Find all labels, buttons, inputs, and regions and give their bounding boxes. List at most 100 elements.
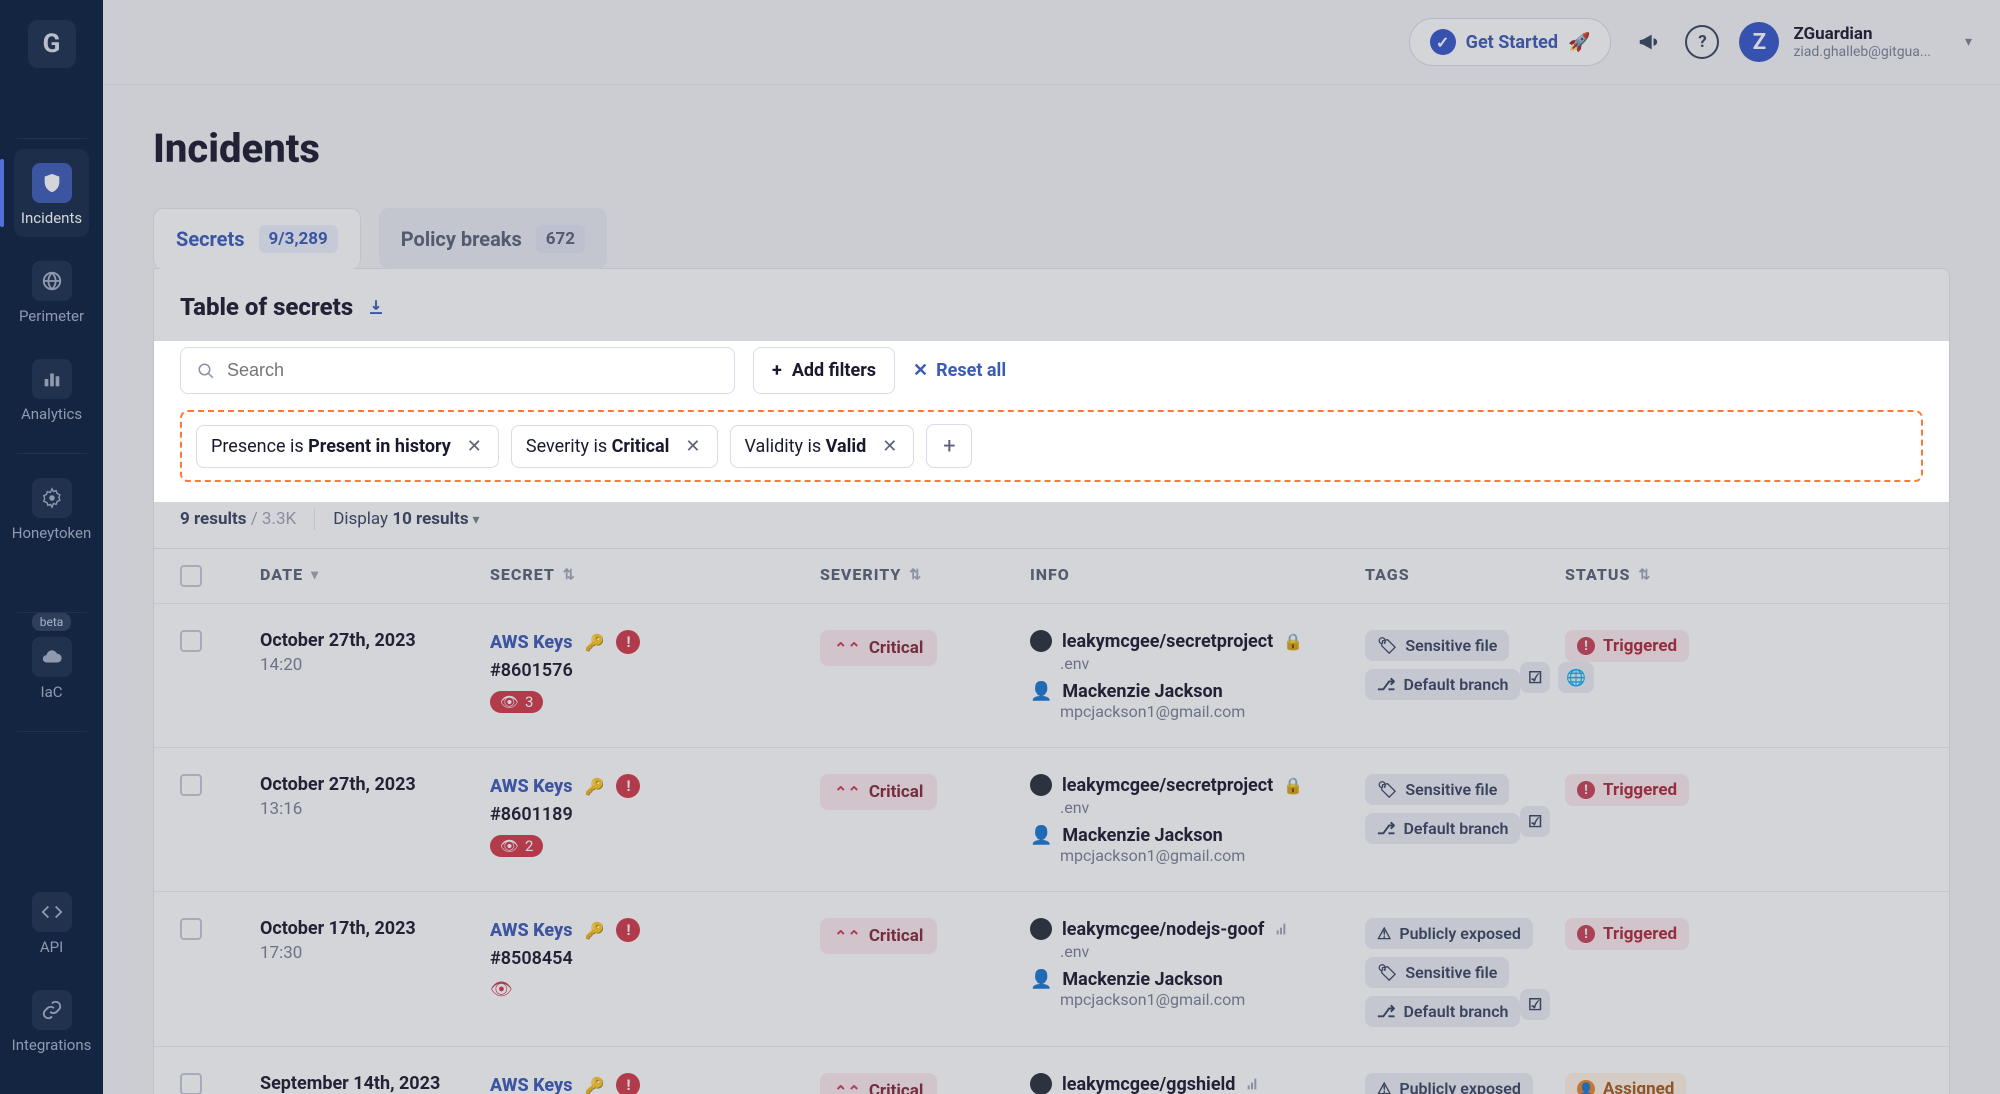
tag-extra-icon[interactable]: ☑ [1520,989,1550,1020]
file-path: .env [1060,654,1365,673]
filter-chip-severity[interactable]: Severity is Critical ✕ [511,425,718,468]
chip-remove-icon[interactable]: ✕ [465,436,484,457]
row-checkbox[interactable] [180,1073,202,1094]
table-row[interactable]: September 14th, 2023 AWS Keys 🔑 ! 👁 ⌃⌃Cr… [154,1046,1949,1094]
secret-name[interactable]: AWS Keys 🔑 ! [490,918,820,942]
committer-email: mpcjackson1@gmail.com [1060,702,1365,721]
results-bar: 9 results / 3.3K Display 10 results▾ [154,502,1949,548]
file-path: .env [1060,798,1365,817]
get-started-button[interactable]: ✓ Get Started 🚀 [1409,18,1612,66]
display-dropdown[interactable]: ▾ [473,512,480,528]
tab-policy-breaks[interactable]: Policy breaks 672 [379,208,607,269]
sort-icon: ▾ [311,567,319,583]
secret-name[interactable]: AWS Keys 🔑 ! [490,774,820,798]
tag-icon: ⚠ [1377,924,1391,943]
tag-icon: ⚠ [1377,1079,1391,1094]
help-icon[interactable]: ? [1685,25,1719,59]
table-header: DATE▾ SECRET⇅ SEVERITY⇅ INFO TAGS STATUS… [154,549,1949,603]
row-checkbox[interactable] [180,918,202,940]
row-time: 13:16 [260,799,490,819]
col-date[interactable]: DATE▾ [260,565,490,584]
col-secret[interactable]: SECRET⇅ [490,565,820,584]
repo-link[interactable]: leakymcgee/secretproject 🔒 [1030,630,1365,652]
sidebar-item-analytics[interactable]: Analytics [14,345,89,433]
alert-icon: ! [616,630,640,654]
sidebar-item-iac[interactable]: beta IaC [14,623,89,711]
sidebar-item-incidents[interactable]: Incidents [14,149,89,237]
row-checkbox[interactable] [180,630,202,652]
committer: 👤Mackenzie Jackson [1030,681,1365,702]
status-badge: 👤Assigned [1565,1073,1686,1094]
status-dot-icon: ! [1577,637,1595,655]
secrets-panel: Table of secrets + [153,268,1950,1094]
eye-icon: 👁 [500,693,519,711]
tag-icon: 🏷 [1377,636,1397,655]
filter-chips: Presence is Present in history ✕ Severit… [180,410,1923,482]
lock-icon: 🔒 [1283,776,1303,795]
chevron-down-icon: ▾ [1965,34,1972,50]
sidebar-item-label: Analytics [21,405,82,423]
github-icon [1030,918,1052,940]
add-filters-button[interactable]: + Add filters [753,347,895,394]
download-icon[interactable] [367,298,385,316]
row-checkbox[interactable] [180,774,202,796]
secret-name[interactable]: AWS Keys 🔑 ! [490,630,820,654]
person-icon: 👤 [1030,825,1052,846]
secret-id: #8601576 [490,660,820,681]
status-dot-icon: 👤 [1577,1080,1595,1094]
repo-link[interactable]: leakymcgee/ggshield [1030,1073,1365,1094]
status-badge: !Triggered [1565,630,1689,662]
cloud-icon [32,637,72,677]
lock-icon: 🔒 [1283,632,1303,651]
sidebar-item-perimeter[interactable]: Perimeter [14,247,89,335]
github-icon [1030,630,1052,652]
chip-remove-icon[interactable]: ✕ [880,436,899,457]
add-filters-label: Add filters [792,360,876,381]
filter-chip-presence[interactable]: Presence is Present in history ✕ [196,425,499,468]
sort-icon: ⇅ [909,567,922,583]
table-row[interactable]: October 27th, 2023 13:16 AWS Keys 🔑 ! #8… [154,747,1949,891]
tag-extra-icon[interactable]: ☑ [1520,662,1550,693]
table-row[interactable]: October 17th, 2023 17:30 AWS Keys 🔑 ! #8… [154,891,1949,1046]
row-time: 14:20 [260,655,490,675]
occurrence-badge: 👁3 [490,691,543,713]
topbar: ✓ Get Started 🚀 ? Z ZGuardian ziad.ghall… [103,0,2000,85]
tag-badge: 🏷Sensitive file [1365,774,1509,805]
sort-icon: ⇅ [1638,567,1651,583]
key-icon: 🔑 [582,774,606,798]
search-input[interactable] [227,360,718,381]
sidebar: G Incidents Perimeter Analytics Honeytok… [0,0,103,1094]
github-icon [1030,1073,1052,1094]
select-all-checkbox[interactable] [180,565,202,587]
secret-name[interactable]: AWS Keys 🔑 ! [490,1073,820,1094]
sidebar-item-integrations[interactable]: Integrations [14,976,89,1064]
chip-remove-icon[interactable]: ✕ [683,436,702,457]
status-badge: !Triggered [1565,918,1689,950]
announcements-icon[interactable] [1631,25,1665,59]
table-row[interactable]: October 27th, 2023 14:20 AWS Keys 🔑 ! #8… [154,603,1949,747]
tag-icon: ⎇ [1377,675,1395,694]
tag-extra-icon[interactable]: 🌐 [1558,662,1594,693]
app-logo[interactable]: G [28,20,76,68]
add-chip-button[interactable]: + [926,424,972,468]
sidebar-item-honeytoken[interactable]: Honeytoken [14,464,89,552]
repo-link[interactable]: leakymcgee/nodejs-goof [1030,918,1365,940]
reset-all-button[interactable]: ✕ Reset all [913,360,1006,381]
col-severity[interactable]: SEVERITY⇅ [820,565,1030,584]
search-box[interactable] [180,347,735,394]
sidebar-item-api[interactable]: API [14,878,89,966]
file-path: .env [1060,942,1365,961]
user-menu[interactable]: Z ZGuardian ziad.ghalleb@gitgua... ▾ [1739,22,1972,62]
user-email: ziad.ghalleb@gitgua... [1793,44,1931,60]
repo-link[interactable]: leakymcgee/secretproject 🔒 [1030,774,1365,796]
eye-icon: 👁 [490,979,513,1000]
tag-extra-icon[interactable]: ☑ [1520,806,1550,837]
tab-count: 672 [536,225,585,253]
row-date: October 27th, 2023 [260,630,490,651]
row-date: October 17th, 2023 [260,918,490,939]
filter-chip-validity[interactable]: Validity is Valid ✕ [730,425,915,468]
globe-icon [32,261,72,301]
tab-secrets[interactable]: Secrets 9/3,289 [153,208,361,269]
col-status[interactable]: STATUS⇅ [1565,565,1755,584]
alert-icon: ! [616,918,640,942]
